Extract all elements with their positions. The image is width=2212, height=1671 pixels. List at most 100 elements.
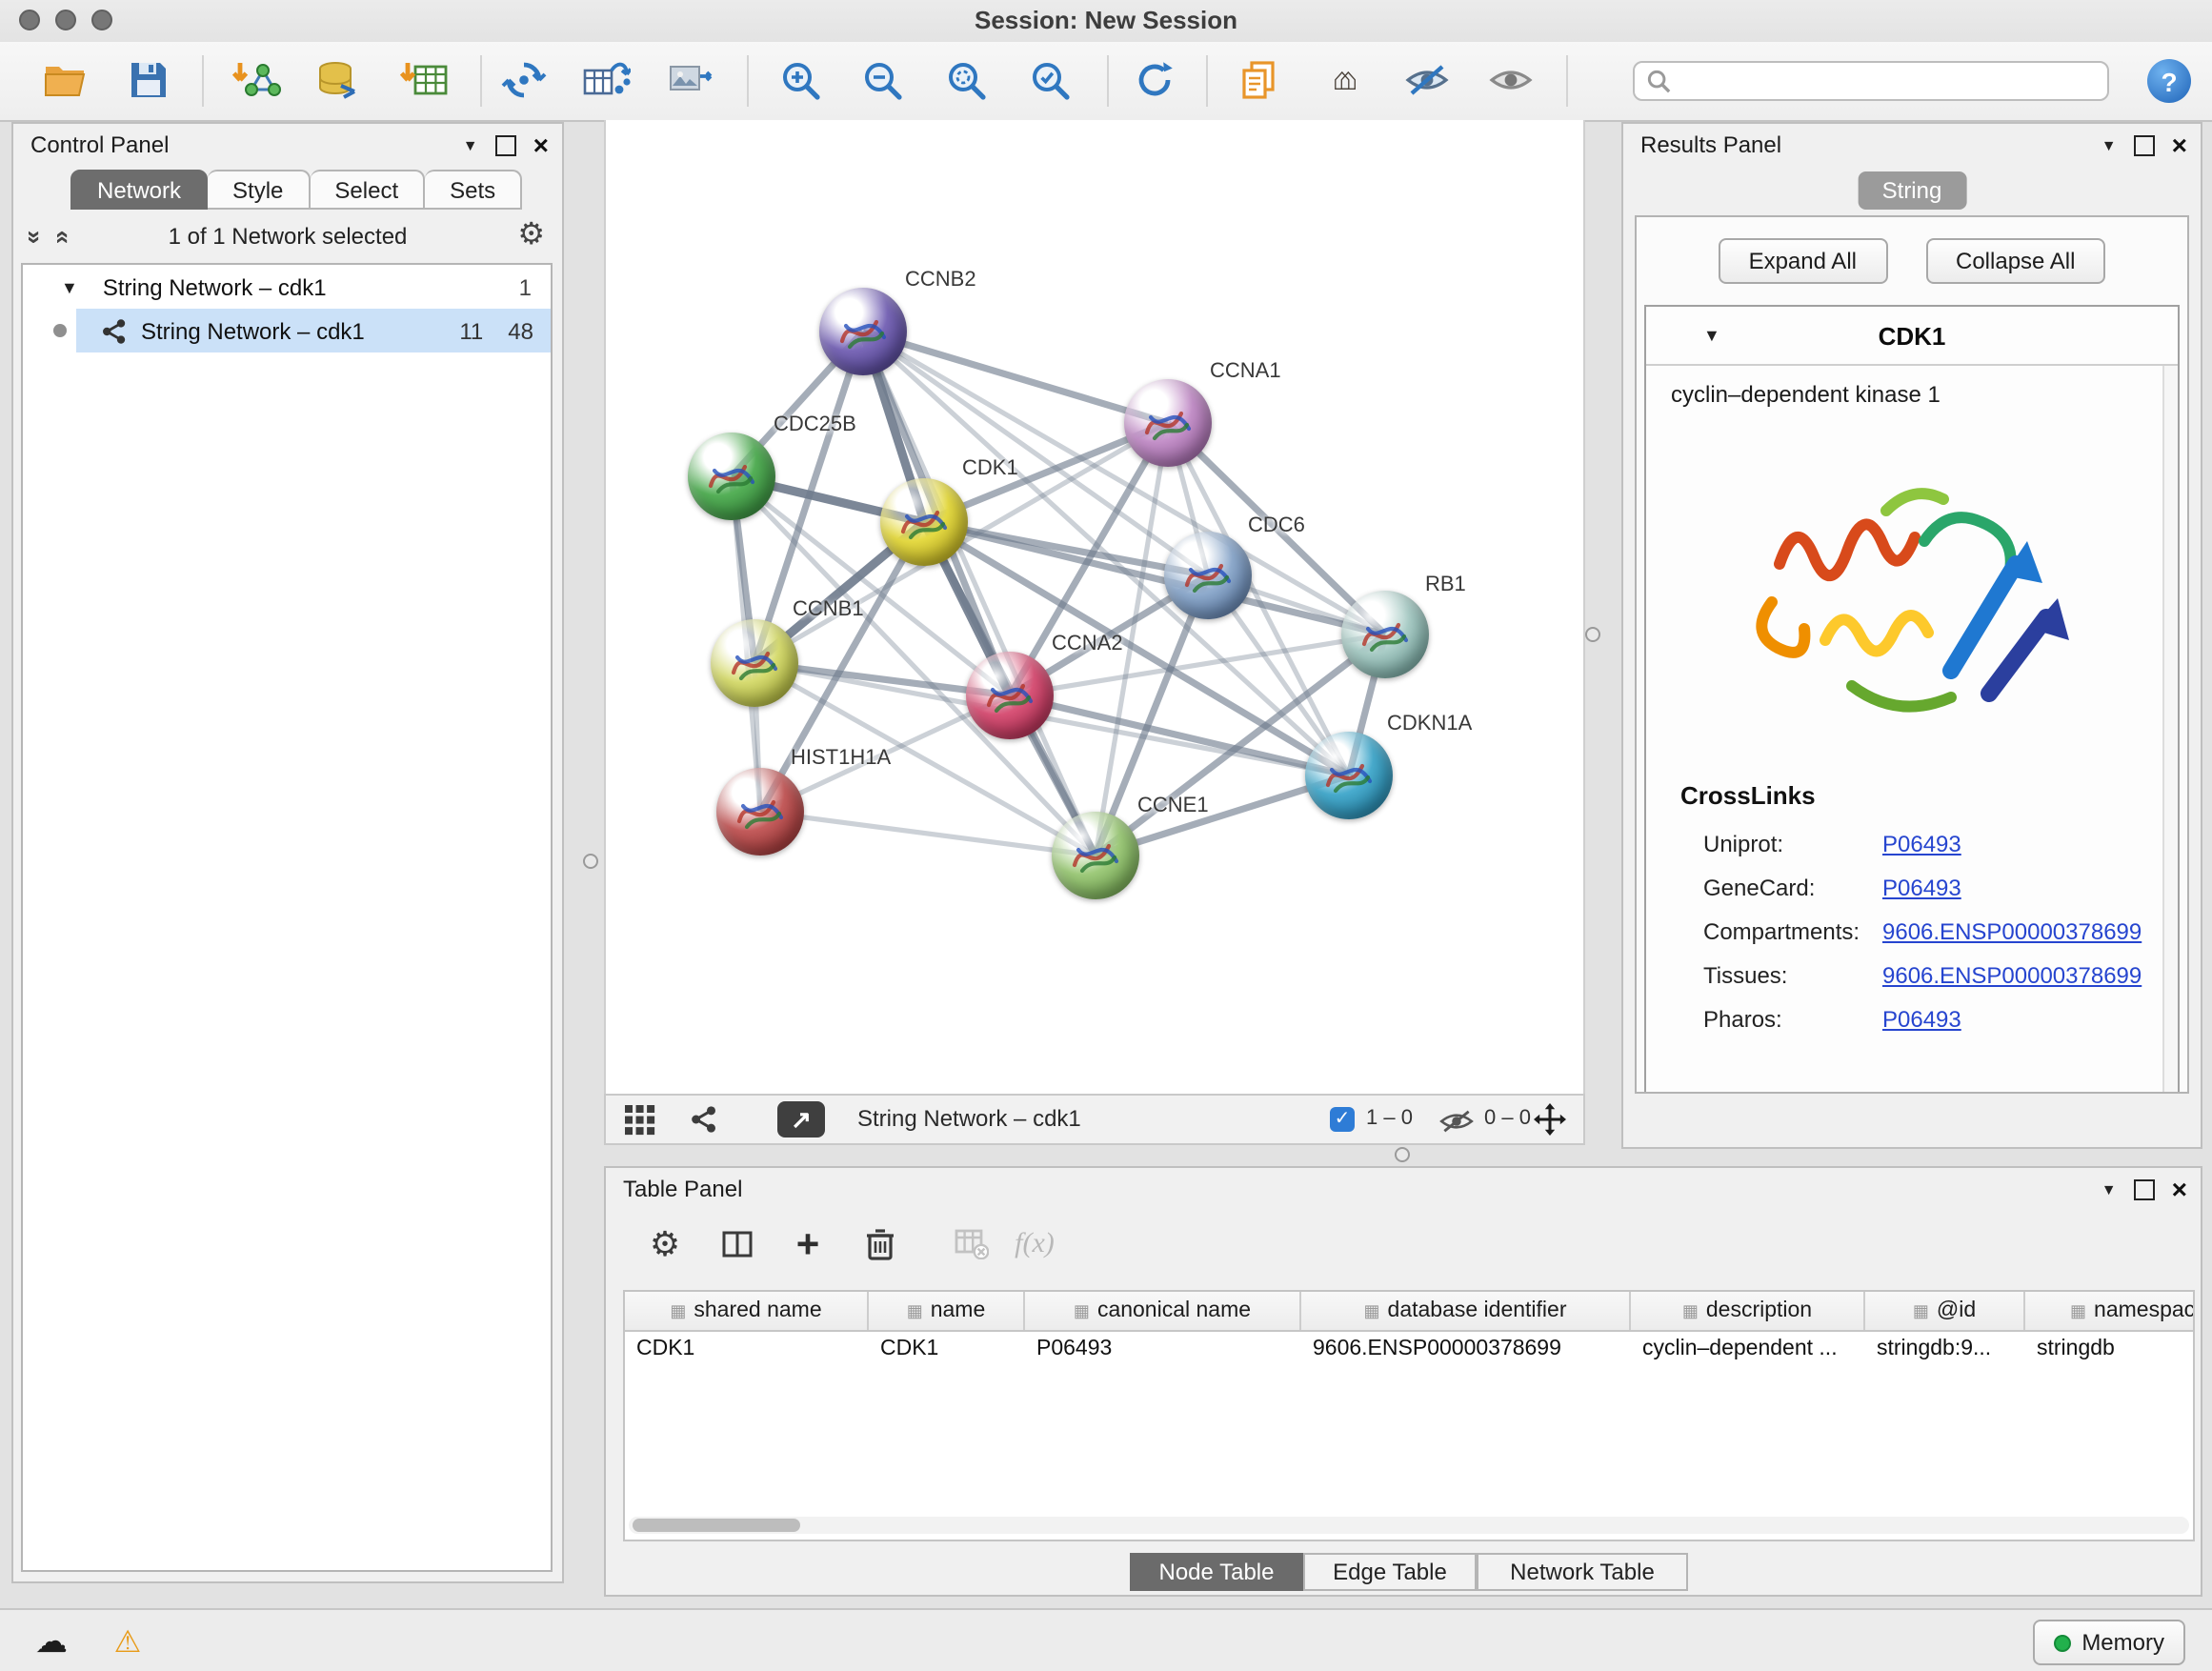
crosslink-value-link[interactable]: 9606.ENSP00000378699 [1882,961,2142,988]
network-node-RB1[interactable] [1341,591,1429,678]
splitter-handle-left[interactable] [583,854,598,869]
close-panel-icon[interactable]: × [533,131,549,158]
expand-all-button[interactable]: Expand All [1719,238,1887,284]
column-header-database-identifier[interactable]: ▦database identifier [1301,1292,1631,1330]
memory-button[interactable]: Memory [2032,1620,2185,1665]
table-cell[interactable]: cyclin–dependent ... [1631,1332,1865,1368]
collapse-all-button[interactable]: Collapse All [1925,238,2105,284]
network-node-CCNB1[interactable] [711,619,798,707]
tab-edge-table[interactable]: Edge Table [1303,1553,1477,1591]
close-panel-icon[interactable]: × [2172,1176,2187,1202]
network-node-CDC25B[interactable] [688,433,775,520]
add-column-button[interactable]: + [783,1219,833,1269]
network-node-CCNA2[interactable] [966,652,1054,739]
warnings-button[interactable]: ⚠ [99,1610,156,1671]
export-image-button[interactable] [665,53,714,107]
pan-tool-button[interactable] [1534,1103,1566,1136]
table-cell[interactable]: CDK1 [625,1332,869,1368]
zoom-in-button[interactable] [775,53,825,107]
table-horizontal-scrollbar[interactable] [629,1517,2189,1534]
tab-network[interactable]: Network [70,170,208,210]
hide-selected-button[interactable] [1402,53,1452,107]
column-header-name[interactable]: ▦name [869,1292,1025,1330]
cloud-status-button[interactable]: ☁ [19,1610,84,1671]
hidden-eye-icon[interactable] [1438,1109,1475,1134]
scrollbar-thumb[interactable] [633,1519,800,1532]
network-from-table-button[interactable] [581,53,631,107]
selected-checkbox[interactable]: ✓ [1330,1107,1355,1132]
network-node-HIST1H1A[interactable] [716,768,804,856]
crosslink-value-link[interactable]: P06493 [1882,830,1961,856]
table-cell[interactable]: stringdb [2025,1332,2195,1368]
table-cell[interactable]: P06493 [1025,1332,1301,1368]
network-options-gear-icon[interactable]: ⚙ [517,221,545,252]
duplicate-page-button[interactable] [1235,53,1284,107]
home-button[interactable]: ⌂⌂ [1320,53,1370,107]
column-header--id[interactable]: ▦@id [1865,1292,2025,1330]
network-node-CCNE1[interactable] [1052,812,1139,899]
gear-icon: ⚙ [650,1224,680,1264]
network-edge[interactable] [863,332,1096,856]
network-node-CCNA1[interactable] [1124,379,1212,467]
network-canvas[interactable]: CCNB2CCNA1CDC25BCDK1CDC6RB1CCNB1CCNA2CDK… [604,120,1585,1094]
tab-sets[interactable]: Sets [425,170,522,210]
crosslink-value-link[interactable]: P06493 [1882,874,1961,900]
close-panel-icon[interactable]: × [2172,131,2187,158]
network-row-selected[interactable]: String Network – cdk1 11 48 [23,309,551,352]
float-panel-icon[interactable] [495,134,516,155]
tree-expander-icon[interactable]: ▼ [61,277,78,296]
tab-style[interactable]: Style [208,170,310,210]
help-button[interactable]: ? [2147,59,2191,103]
zoom-out-button[interactable] [857,53,907,107]
float-panel-icon[interactable] [2134,134,2155,155]
table-cell[interactable]: 9606.ENSP00000378699 [1301,1332,1631,1368]
splitter-handle-bottom[interactable] [1395,1147,1410,1162]
import-network-database-button[interactable] [312,53,362,107]
crosslink-value-link[interactable]: 9606.ENSP00000378699 [1882,917,2142,944]
table-cell[interactable]: CDK1 [869,1332,1025,1368]
network-node-CDK1[interactable] [880,478,968,566]
table-delete-icon [955,1229,989,1259]
show-columns-button[interactable] [713,1219,762,1269]
network-node-CDKN1A[interactable] [1305,732,1393,819]
panel-menu-icon[interactable]: ▼ [2101,1180,2117,1198]
import-table-file-button[interactable] [400,53,450,107]
network-edge[interactable] [863,332,1168,423]
column-header-namespace[interactable]: ▦namespace [2025,1292,2195,1330]
network-collection-row[interactable]: ▼ String Network – cdk1 1 [23,265,551,309]
table-cell[interactable]: stringdb:9... [1865,1332,2025,1368]
card-scrollbar[interactable] [2162,366,2178,1094]
column-header-description[interactable]: ▦description [1631,1292,1865,1330]
delete-column-button[interactable] [855,1219,905,1269]
open-session-button[interactable] [40,53,90,107]
tab-network-table[interactable]: Network Table [1477,1553,1688,1591]
card-expander-icon[interactable]: ▼ [1703,326,1720,345]
import-network-file-button[interactable] [232,53,282,107]
float-panel-icon[interactable] [2134,1178,2155,1199]
network-node-CCNB2[interactable] [819,288,907,375]
birdseye-grid-button[interactable] [625,1105,655,1136]
zoom-selected-button[interactable] [1025,53,1075,107]
table-row[interactable]: CDK1CDK1P064939606.ENSP00000378699cyclin… [625,1332,2195,1368]
column-header-shared-name[interactable]: ▦shared name [625,1292,869,1330]
detach-view-button[interactable]: ↗ [777,1101,825,1137]
tab-node-table[interactable]: Node Table [1130,1553,1303,1591]
network-edge[interactable] [760,812,1096,856]
zoom-fit-button[interactable] [941,53,991,107]
string-tab[interactable]: String [1858,171,1967,210]
search-input[interactable] [1679,64,2107,98]
column-type-icon: ▦ [1074,1300,1090,1321]
table-settings-button[interactable]: ⚙ [640,1219,690,1269]
apply-layout-button[interactable] [499,53,549,107]
show-all-button[interactable] [1486,53,1536,107]
tab-select[interactable]: Select [310,170,425,210]
refresh-view-button[interactable] [1130,53,1179,107]
column-header-canonical-name[interactable]: ▦canonical name [1025,1292,1301,1330]
splitter-handle-right[interactable] [1585,627,1600,642]
save-session-button[interactable] [124,53,173,107]
panel-menu-icon[interactable]: ▼ [2101,136,2117,153]
crosslink-value-link[interactable]: P06493 [1882,1005,1961,1032]
panel-menu-icon[interactable]: ▼ [463,136,478,153]
network-share-button[interactable] [690,1105,718,1134]
network-node-CDC6[interactable] [1164,532,1252,619]
